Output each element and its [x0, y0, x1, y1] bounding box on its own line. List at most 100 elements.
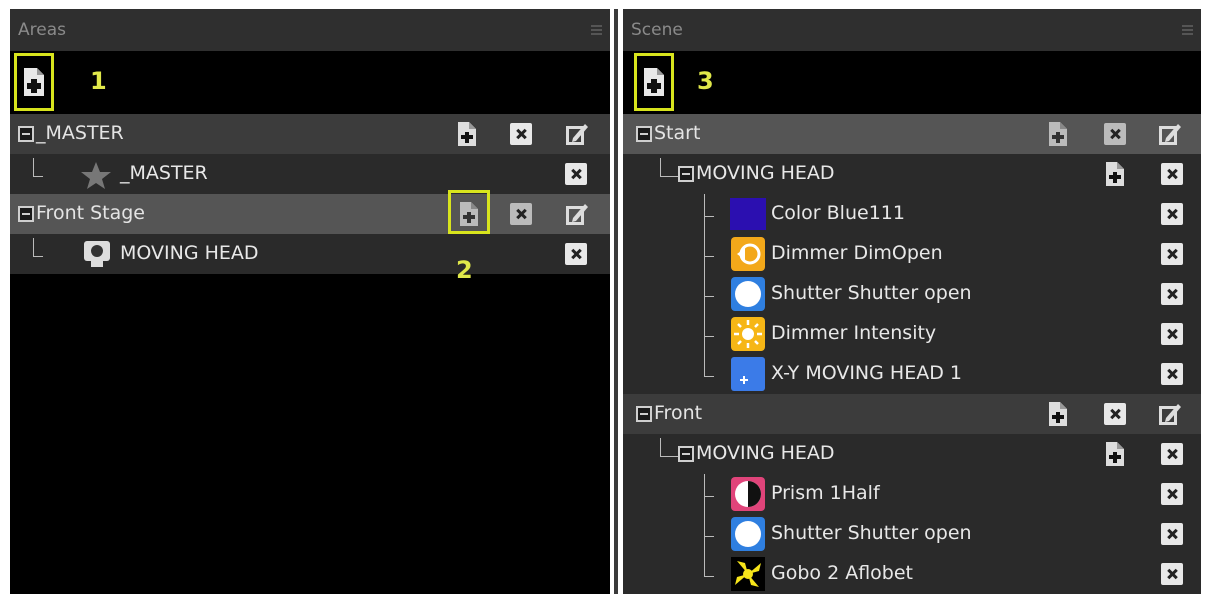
- delete-x-icon[interactable]: [1161, 483, 1183, 505]
- tree-line: [704, 194, 705, 234]
- area-item-label: _MASTER: [120, 162, 208, 184]
- delete-x-icon[interactable]: [1161, 523, 1183, 545]
- tree-line: [704, 336, 714, 337]
- delete-x-icon[interactable]: [510, 123, 532, 145]
- edit-pencil-icon[interactable]: [1158, 122, 1182, 146]
- dimmer-icon: [731, 237, 765, 271]
- tree-line: [660, 438, 661, 456]
- scene-item-label: Prism 1Half: [771, 482, 880, 504]
- scene-toolbar: 3: [623, 51, 1201, 114]
- scene-item-label: Shutter Shutter open: [771, 282, 972, 304]
- edit-pencil-icon[interactable]: [565, 202, 589, 226]
- area-item-moving-head[interactable]: MOVING HEAD: [10, 234, 610, 274]
- areas-panel: Areas 1 _MASTER _MASTER Front Stage MOVI…: [10, 9, 610, 594]
- collapse-minus-icon[interactable]: [636, 406, 652, 422]
- collapse-minus-icon[interactable]: [18, 206, 34, 222]
- shutter-icon: [731, 517, 765, 551]
- sun-icon: [731, 317, 765, 351]
- tree-line: [33, 176, 43, 177]
- star-icon: [81, 162, 111, 189]
- delete-x-icon[interactable]: [1161, 363, 1183, 385]
- tree-line: [704, 376, 714, 377]
- add-document-icon[interactable]: [1105, 441, 1125, 467]
- add-area-button[interactable]: [14, 53, 54, 111]
- scene-item-shutter-open[interactable]: Shutter Shutter open: [623, 514, 1201, 554]
- delete-x-icon[interactable]: [1161, 163, 1183, 185]
- scene-group-start[interactable]: Start: [623, 114, 1201, 154]
- scene-subgroup-label: MOVING HEAD: [696, 162, 835, 184]
- add-document-icon[interactable]: [457, 121, 477, 147]
- scene-item-xy-moving-head[interactable]: X-Y MOVING HEAD 1: [623, 354, 1201, 394]
- scene-subgroup-moving-head[interactable]: MOVING HEAD: [623, 154, 1201, 194]
- scene-item-dimmer-dimopen[interactable]: Dimmer DimOpen: [623, 234, 1201, 274]
- scene-item-prism[interactable]: Prism 1Half: [623, 474, 1201, 514]
- tree-line: [704, 216, 714, 217]
- add-document-icon[interactable]: [1048, 401, 1068, 427]
- add-document-icon: [24, 68, 44, 96]
- edit-pencil-icon[interactable]: [565, 122, 589, 146]
- scene-item-shutter-open[interactable]: Shutter Shutter open: [623, 274, 1201, 314]
- collapse-minus-icon[interactable]: [678, 166, 694, 182]
- delete-x-icon[interactable]: [1161, 243, 1183, 265]
- scene-panel-title: Scene: [631, 20, 683, 40]
- scene-item-label: Color Blue111: [771, 202, 905, 224]
- collapse-minus-icon[interactable]: [636, 126, 652, 142]
- delete-x-icon[interactable]: [1161, 563, 1183, 585]
- tree-line: [33, 158, 34, 176]
- area-group-front-stage[interactable]: Front Stage: [10, 190, 610, 234]
- tree-line: [704, 536, 714, 537]
- delete-x-icon[interactable]: [1161, 323, 1183, 345]
- add-document-icon[interactable]: [1048, 121, 1068, 147]
- delete-x-icon[interactable]: [510, 203, 532, 225]
- add-document-icon[interactable]: [1105, 161, 1125, 187]
- area-group-master[interactable]: _MASTER: [10, 114, 610, 154]
- area-item-label: MOVING HEAD: [120, 242, 259, 264]
- add-document-icon: [644, 68, 664, 96]
- tree-line: [704, 496, 714, 497]
- add-document-icon[interactable]: [459, 201, 479, 227]
- collapse-minus-icon[interactable]: [18, 126, 34, 142]
- delete-x-icon[interactable]: [1161, 443, 1183, 465]
- tree-line: [704, 554, 705, 576]
- tree-line: [704, 474, 705, 514]
- tree-line: [660, 456, 678, 457]
- panel-menu-icon[interactable]: [591, 25, 602, 35]
- scene-panel-header: Scene: [623, 9, 1201, 51]
- move-arrows-icon: [731, 357, 765, 391]
- scene-item-color-blue[interactable]: Color Blue111: [623, 194, 1201, 234]
- delete-x-icon[interactable]: [1161, 283, 1183, 305]
- color-swatch: [730, 198, 766, 230]
- scene-item-dimmer-intensity[interactable]: Dimmer Intensity: [623, 314, 1201, 354]
- scene-group-front[interactable]: Front: [623, 394, 1201, 434]
- tree-line: [704, 256, 714, 257]
- tree-line: [660, 158, 661, 176]
- panel-splitter[interactable]: [614, 9, 618, 594]
- area-group-label: Front Stage: [36, 202, 145, 224]
- area-item-master[interactable]: _MASTER: [10, 154, 610, 194]
- callout-2: 2: [456, 256, 473, 284]
- callout-1: 1: [90, 67, 107, 95]
- shutter-icon: [731, 277, 765, 311]
- delete-x-icon[interactable]: [1161, 203, 1183, 225]
- scene-item-gobo[interactable]: Gobo 2 Aflobet: [623, 554, 1201, 594]
- tree-line: [704, 296, 714, 297]
- tree-line: [704, 576, 714, 577]
- scene-item-label: Gobo 2 Aflobet: [771, 562, 913, 584]
- scene-panel: Scene 3 Start MOVING HEAD Color Blue111: [623, 9, 1201, 594]
- scene-subgroup-moving-head[interactable]: MOVING HEAD: [623, 434, 1201, 474]
- edit-pencil-icon[interactable]: [1158, 402, 1182, 426]
- areas-panel-header: Areas: [10, 9, 610, 51]
- collapse-minus-icon[interactable]: [678, 446, 694, 462]
- scene-group-label: Front: [654, 402, 703, 424]
- delete-x-icon[interactable]: [565, 163, 587, 185]
- tree-line: [33, 256, 43, 257]
- scene-subgroup-label: MOVING HEAD: [696, 442, 835, 464]
- callout-3: 3: [697, 67, 714, 95]
- tree-line: [704, 514, 705, 554]
- delete-x-icon[interactable]: [1104, 123, 1126, 145]
- areas-toolbar: 1: [10, 51, 610, 114]
- delete-x-icon[interactable]: [1104, 403, 1126, 425]
- add-scene-button[interactable]: [634, 53, 674, 111]
- panel-menu-icon[interactable]: [1182, 25, 1193, 35]
- delete-x-icon[interactable]: [565, 243, 587, 265]
